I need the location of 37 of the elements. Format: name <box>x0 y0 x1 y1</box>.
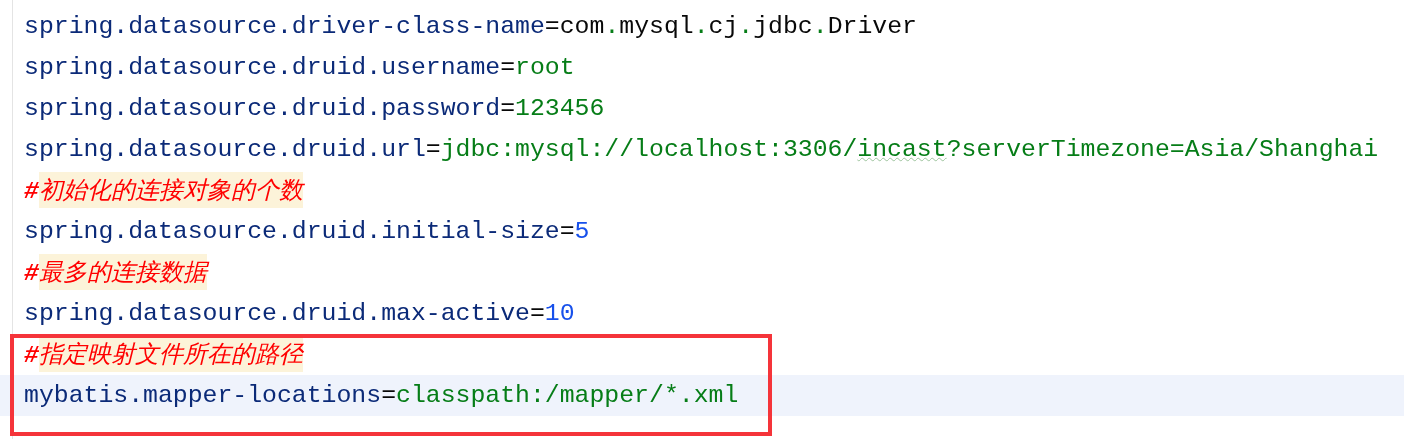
property-value: classpath:/mapper/*.xml <box>396 381 739 409</box>
comment-marker: # <box>24 341 39 369</box>
property-value: jdbc:mysql://localhost:3306/ <box>440 135 858 163</box>
property-value: cj <box>708 12 739 40</box>
property-value: jdbc <box>753 12 813 40</box>
property-value: . <box>812 12 828 40</box>
equals-sign: = <box>559 217 575 245</box>
property-value: 5 <box>574 217 590 245</box>
comment-text: 指定映射文件所在的路径 <box>38 336 303 372</box>
comment-text: 初始化的连接对象的个数 <box>38 172 303 208</box>
equals-sign: = <box>500 94 516 122</box>
property-value: 123456 <box>515 94 605 122</box>
property-value: mysql <box>619 12 694 40</box>
property-value: ?serverTimezone=Asia/Shanghai <box>946 135 1379 163</box>
property-value: . <box>693 12 709 40</box>
property-key: spring.datasource.druid.password <box>24 94 501 122</box>
property-key: spring.datasource.druid.url <box>24 135 426 163</box>
property-value: incast <box>857 135 947 163</box>
equals-sign: = <box>425 135 441 163</box>
property-value: . <box>738 12 754 40</box>
code-editor[interactable] <box>0 0 1404 439</box>
property-value: root <box>515 53 575 81</box>
equals-sign: = <box>381 381 397 409</box>
property-key: spring.datasource.druid.initial-size <box>24 217 560 245</box>
property-key: spring.datasource.druid.username <box>24 53 501 81</box>
comment-marker: # <box>24 177 39 205</box>
property-value: com <box>559 12 605 40</box>
property-key: spring.datasource.driver-class-name <box>24 12 545 40</box>
property-key: mybatis.mapper-locations <box>24 381 382 409</box>
equals-sign: = <box>544 12 560 40</box>
property-value: 10 <box>544 299 575 327</box>
property-value: Driver <box>827 12 917 40</box>
property-value: . <box>604 12 620 40</box>
comment-marker: # <box>24 259 39 287</box>
equals-sign: = <box>500 53 516 81</box>
equals-sign: = <box>529 299 545 327</box>
property-key: spring.datasource.druid.max-active <box>24 299 530 327</box>
